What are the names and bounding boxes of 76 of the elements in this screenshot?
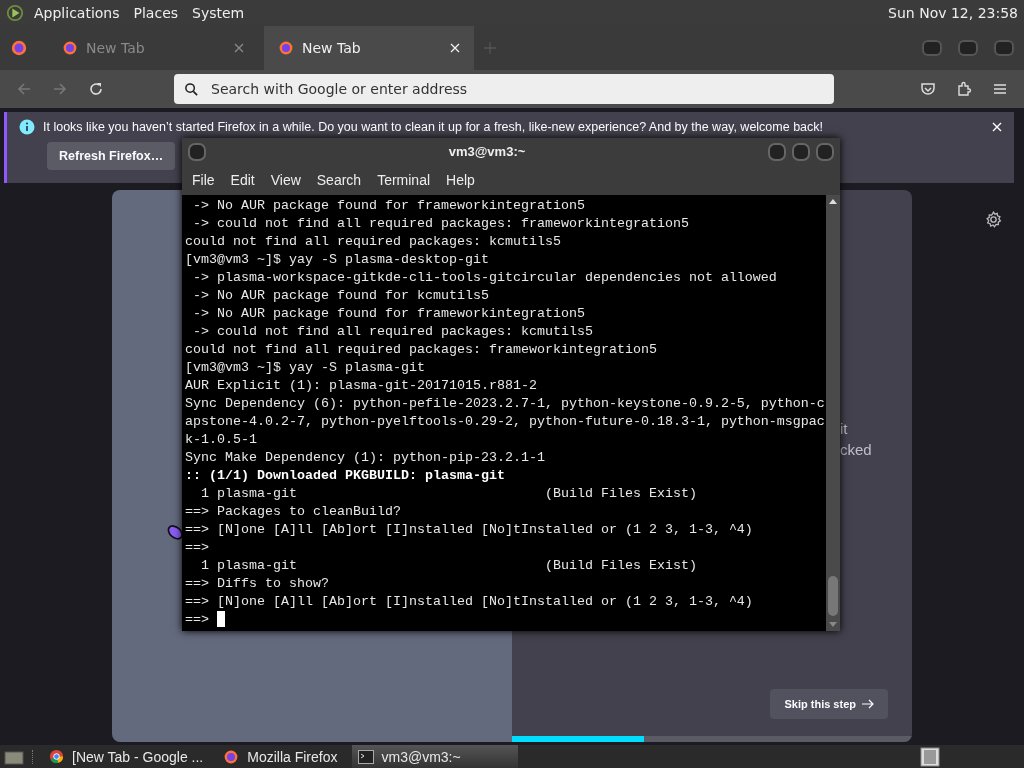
terminal-line: ==> Packages to cleanBuild? [185,503,401,519]
terminal-line: 1 plasma-git (Build Files Exist) [200,485,697,501]
desktop-icon[interactable] [4,748,24,765]
terminal-line: AUR Explicit (1): plasma-git-20171015.r881-2 [185,377,537,393]
settings-icon[interactable] [985,211,1002,228]
terminal-line: Sync Dependency (6): python-pefile-2023.2.7-1, python-keystone-0.9.2-5, python-c [185,395,825,411]
scrollbar-thumb[interactable] [828,576,838,616]
reload-icon[interactable] [88,81,104,97]
taskbar-item[interactable]: [New Tab - Google ... [43,745,210,768]
clock[interactable]: Sun Nov 12, 23:58 [888,4,1018,21]
panel-menu[interactable]: System [192,4,245,21]
menu-item[interactable]: View [264,172,307,188]
puzzle-icon[interactable] [956,81,972,97]
window-button[interactable] [792,142,810,161]
panel-menu[interactable]: Places [133,4,179,21]
terminal-line: [vm3@vm3 ~]$ yay -S plasma-git [185,359,425,375]
search-icon [184,81,199,97]
terminal-line: Sync Make Dependency (1): python-pip-23.2.1-1 [185,449,545,465]
terminal-line: k-1.0.5-1 [185,431,257,447]
terminal-line: -> No AUR package found for kcmutils5 [192,287,489,303]
firefox-icon[interactable] [10,38,28,57]
terminal-line: -> No AUR package found for frameworkintegration5 [192,305,585,321]
terminal-line: could not find all required packages: frameworkintegration5 [185,341,657,357]
window-button[interactable] [768,142,786,161]
address-field[interactable]: Search with Google or enter address [209,80,824,98]
window-button[interactable] [994,39,1014,56]
terminal-icon [357,749,374,764]
terminal-line: 1 plasma-git (Build Files Exist) [200,557,697,573]
terminal-line: could not find all required packages: kcmutils5 [185,233,561,249]
window-button[interactable] [188,142,206,161]
scroll-down-icon[interactable] [829,622,837,627]
terminal-line: ==> [N]one [A]ll [Ab]ort [I]nstalled [No]tInstalled or (1 2 3, 1-3, ^4) [185,593,753,609]
address-bar[interactable]: Search with Google or enter address [174,74,834,104]
terminal-line: -> could not find all required packages: frameworkintegration5 [192,215,689,231]
firefox-icon [62,39,78,56]
menu-item[interactable]: File [186,172,221,188]
card-text: it [840,420,849,437]
scroll-up-icon[interactable] [829,199,837,204]
window-button[interactable] [922,39,942,56]
window-button[interactable] [958,39,978,56]
panel-menu[interactable]: Applications [34,4,120,21]
terminal-line: :: (1/1) Downloaded PKGBUILD: plasma-git [185,467,505,483]
info-icon [19,119,35,135]
menu-item[interactable]: Edit [224,172,261,188]
pocket-icon[interactable] [920,81,936,97]
terminal-line: -> No AUR package found for frameworkintegration5 [192,197,585,213]
chrome-icon [49,749,64,764]
terminal-line: ==> [185,611,210,627]
terminal-line: ==> Diffs to show? [185,575,329,591]
browser-tab[interactable]: New Tab [264,25,474,70]
taskbar-item[interactable]: vm3@vm3:~ [351,745,518,768]
terminal-line: -> could not find all required packages: kcmutils5 [192,323,593,339]
refresh-firefox-button[interactable]: Refresh Firefox… [47,142,176,170]
menu-item[interactable]: Search [310,172,368,188]
taskbar-item[interactable]: Mozilla Firefox [217,745,344,768]
window-title: vm3@vm3:~ [447,144,527,159]
firefox-icon [223,748,240,765]
arrow-icon [862,699,874,709]
back-icon[interactable] [16,81,32,97]
notification-message: It looks like you haven’t started Firefox in a while. Do you want to clean it up for a fresh, like-new experience? And by the way, welcome back! [43,120,824,134]
terminal-line: ==> [N]one [A]ll [Ab]ort [I]nstalled [No]tInstalled or (1 2 3, 1-3, ^4) [185,521,753,537]
firefox-icon [278,39,294,56]
window-button[interactable] [816,142,834,161]
skip-button[interactable]: Skip this step [770,689,888,719]
terminal-line: apstone-4.0.2-7, python-pyelftools-0.29-2, python-future-0.18.3-1, python-msgpac [185,413,825,429]
terminal-line: ==> [185,539,209,555]
menu-item[interactable]: Help [440,172,481,188]
menu-icon[interactable] [992,81,1008,97]
logo-icon[interactable] [6,3,24,22]
terminal-line: [vm3@vm3 ~]$ yay -S plasma-desktop-git [185,251,489,267]
terminal-line: -> plasma-workspace-gitkde-cli-tools-gitcircular dependencies not allowed [192,269,777,285]
card-text: cked [840,441,872,458]
scrollbar[interactable] [826,195,840,631]
workspace-icon[interactable] [920,746,940,767]
forward-icon[interactable] [52,81,68,97]
menu-item[interactable]: Terminal [371,172,437,188]
